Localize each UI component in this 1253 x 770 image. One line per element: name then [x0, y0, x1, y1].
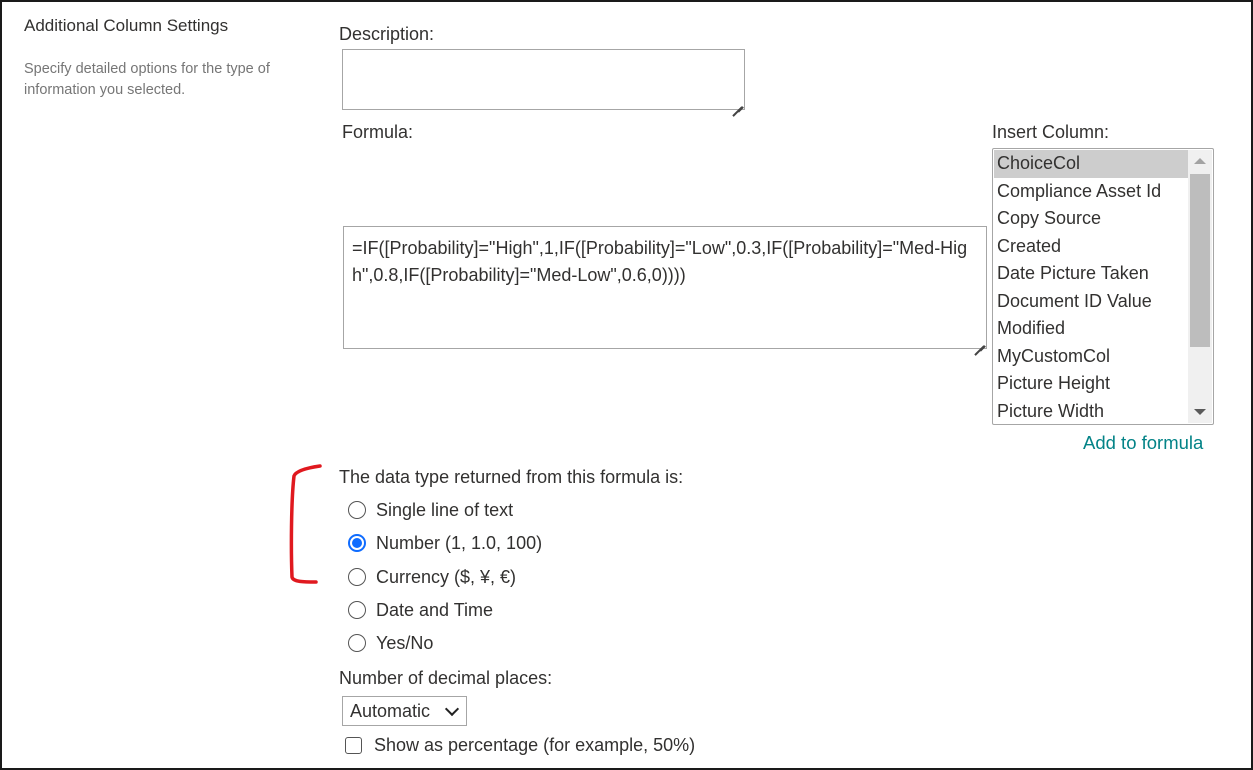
insert-column-options: ChoiceCol Compliance Asset Id Copy Source C… — [994, 150, 1188, 425]
data-type-option[interactable]: Number (1, 1.0, 100) — [348, 531, 542, 555]
description-textarea[interactable] — [342, 49, 745, 110]
insert-column-label: Insert Column: — [992, 122, 1110, 142]
data-type-option[interactable]: Yes/No — [348, 631, 433, 655]
radio-button[interactable] — [348, 601, 366, 619]
description-label: Description: — [339, 24, 435, 44]
show-as-percentage-label: Show as percentage (for example, 50%) — [374, 734, 696, 755]
resize-grip-icon[interactable] — [973, 335, 984, 346]
formula-textarea[interactable]: =IF([Probability]="High",1,IF([Probabili… — [343, 226, 987, 349]
section-title: Additional Column Settings — [24, 16, 229, 35]
decimal-places-value: Automatic — [350, 701, 431, 721]
data-type-option[interactable]: Single line of text — [348, 498, 513, 522]
radio-button[interactable] — [348, 634, 366, 652]
insert-column-option[interactable]: Picture Height — [994, 370, 1188, 398]
triangle-down-icon — [1194, 409, 1206, 415]
decimal-places-select[interactable]: Automatic — [342, 696, 467, 726]
scroll-thumb[interactable] — [1190, 174, 1210, 347]
insert-column-option[interactable]: Modified — [994, 315, 1188, 343]
insert-column-option[interactable]: MyCustomCol — [994, 343, 1188, 371]
data-type-label: The data type returned from this formula… — [339, 467, 684, 487]
insert-column-option[interactable]: Picture Width — [994, 398, 1188, 425]
insert-column-option[interactable]: ChoiceCol — [994, 150, 1188, 178]
data-type-option[interactable]: Currency ($, ¥, €) — [348, 565, 516, 589]
insert-column-listbox[interactable]: ChoiceCol Compliance Asset Id Copy Source C… — [992, 148, 1214, 425]
add-to-formula-link[interactable]: Add to formula — [1083, 432, 1203, 454]
resize-grip-icon[interactable] — [731, 96, 742, 107]
radio-button[interactable] — [348, 568, 366, 586]
insert-column-option[interactable]: Date Picture Taken — [994, 260, 1188, 288]
radio-button[interactable] — [348, 534, 366, 552]
scroll-down-button[interactable] — [1188, 401, 1212, 423]
data-type-option-label: Single line of text — [376, 499, 514, 520]
show-as-percentage-option[interactable]: Show as percentage (for example, 50%) — [345, 733, 695, 757]
insert-column-option[interactable]: Compliance Asset Id — [994, 178, 1188, 206]
chevron-down-icon — [444, 701, 460, 717]
listbox-scrollbar[interactable] — [1188, 150, 1212, 423]
data-type-option-label: Currency ($, ¥, €) — [376, 566, 517, 587]
insert-column-option[interactable]: Document ID Value — [994, 288, 1188, 316]
data-type-option-label: Date and Time — [376, 599, 494, 620]
section-description: Specify detailed options for the type of… — [24, 61, 270, 98]
data-type-option[interactable]: Date and Time — [348, 598, 493, 622]
page-frame: Additional Column Settings Specify detai… — [0, 0, 1253, 770]
insert-column-option[interactable]: Copy Source — [994, 205, 1188, 233]
show-as-percentage-checkbox[interactable] — [345, 736, 362, 754]
data-type-option-label: Yes/No — [376, 632, 434, 653]
insert-column-option[interactable]: Created — [994, 233, 1188, 261]
data-type-option-label: Number (1, 1.0, 100) — [376, 532, 543, 553]
radio-button[interactable] — [348, 501, 366, 519]
red-bracket-annotation — [289, 464, 322, 584]
triangle-up-icon — [1194, 158, 1206, 164]
decimal-places-label: Number of decimal places: — [339, 668, 553, 688]
formula-label: Formula: — [342, 122, 414, 142]
scroll-up-button[interactable] — [1188, 150, 1212, 172]
formula-value: =IF([Probability]="High",1,IF([Probabili… — [352, 238, 968, 285]
